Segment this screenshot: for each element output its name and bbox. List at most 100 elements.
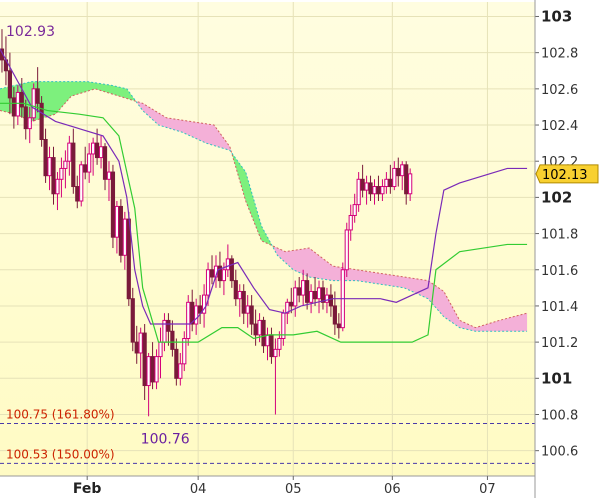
xtick-label-4: 07	[479, 482, 496, 497]
candle-body	[31, 88, 36, 119]
candle-body	[75, 186, 80, 202]
candle-body	[237, 290, 242, 300]
ytick-label-8: 101.4	[541, 300, 578, 315]
candle-body	[110, 171, 116, 238]
ytick-label-6: 101.8	[541, 228, 578, 243]
candle-body	[360, 178, 365, 191]
candle-body	[118, 205, 123, 256]
candle-body	[356, 178, 361, 206]
candle-body	[316, 287, 322, 300]
high-label: 102.93	[6, 24, 55, 40]
candle-body	[11, 97, 16, 117]
candle-body	[79, 164, 84, 202]
candle-body	[229, 258, 234, 282]
xtick-label-2: 05	[285, 482, 302, 497]
candle-body	[372, 186, 377, 195]
candle-body	[332, 305, 337, 325]
candle-body	[19, 91, 24, 108]
ytick-label-7: 101.6	[541, 264, 578, 279]
candle-body	[59, 167, 64, 180]
candle-body	[376, 186, 381, 195]
candle-body	[27, 117, 32, 130]
ytick-label-0: 103	[541, 7, 572, 25]
candle-body	[209, 269, 215, 278]
candle-body	[94, 142, 100, 159]
candle-body	[404, 164, 409, 195]
candle-body	[241, 290, 246, 314]
candle-body	[297, 287, 302, 296]
candle-body	[134, 341, 139, 354]
candle-body	[194, 305, 199, 325]
candle-body	[328, 294, 334, 307]
fib-label-1: 100.53 (150.00%)	[6, 447, 115, 461]
candle-body	[245, 305, 250, 314]
candle-body	[324, 294, 330, 303]
candle-body	[368, 182, 373, 195]
candle-body	[233, 280, 238, 300]
candle-body	[138, 332, 143, 354]
candle-body	[257, 319, 262, 336]
candle-body	[364, 182, 369, 191]
candle-body	[408, 173, 413, 195]
candle-body	[392, 167, 397, 188]
candle-body	[23, 106, 28, 130]
candle-body	[154, 356, 159, 383]
candle-body	[142, 332, 147, 387]
candle-body	[43, 138, 48, 177]
candle-body	[384, 178, 389, 188]
candle-body	[301, 280, 306, 296]
candle-body	[106, 171, 112, 180]
candle-body	[158, 341, 163, 358]
candle-body	[308, 290, 314, 303]
candle-body	[83, 164, 88, 173]
candle-body	[305, 280, 310, 303]
ytick-label-1: 102.8	[541, 47, 578, 62]
candle-body	[388, 178, 393, 188]
candle-body	[273, 348, 278, 358]
ytick-label-3: 102.4	[541, 119, 578, 134]
candle-body	[91, 142, 96, 155]
candle-body	[336, 323, 341, 329]
candle-body	[186, 301, 191, 340]
candle-body	[253, 323, 258, 336]
candle-body	[312, 290, 318, 300]
candle-body	[277, 338, 282, 350]
candle-body	[71, 142, 76, 188]
candle-body	[249, 305, 254, 325]
candle-body	[170, 330, 175, 350]
ichimoku-chart: 100.75 (161.80%) 100.53 (150.00%) 103 102.8…	[0, 0, 600, 498]
candle-body	[289, 301, 294, 307]
candle-body	[150, 356, 155, 383]
candle-body	[47, 157, 52, 177]
candle-body	[265, 334, 270, 347]
candle-body	[269, 334, 274, 358]
xtick-label-3: 06	[384, 482, 401, 497]
candle-body	[178, 363, 183, 379]
candle-body	[98, 146, 104, 159]
candle-body	[400, 164, 405, 177]
candle-body	[344, 229, 349, 271]
candle-body	[225, 258, 230, 271]
candle-body	[130, 298, 135, 343]
ytick-label-12: 100.6	[541, 445, 578, 460]
candle-body	[114, 205, 120, 238]
xtick-label-0: Feb	[73, 481, 102, 497]
candle-body	[261, 319, 266, 347]
candle-body	[63, 160, 68, 169]
candle-body	[348, 214, 353, 231]
ytick-label-9: 101.2	[541, 336, 578, 351]
candle-body	[174, 348, 179, 379]
candle-body	[7, 70, 13, 99]
last-price-label: 102.13	[542, 168, 588, 183]
ytick-label-10: 101	[541, 369, 572, 387]
low-label: 100.76	[141, 432, 190, 448]
candle-body	[396, 167, 401, 177]
candle-body	[380, 186, 385, 195]
candle-body	[293, 287, 298, 307]
candle-body	[102, 146, 108, 180]
candle-body	[35, 88, 40, 104]
candle-body	[205, 269, 211, 296]
chart-svg: 100.75 (161.80%) 100.53 (150.00%) 103 102.8…	[0, 0, 600, 498]
candle-body	[51, 157, 56, 195]
fib-label-0: 100.75 (161.80%)	[6, 408, 115, 422]
